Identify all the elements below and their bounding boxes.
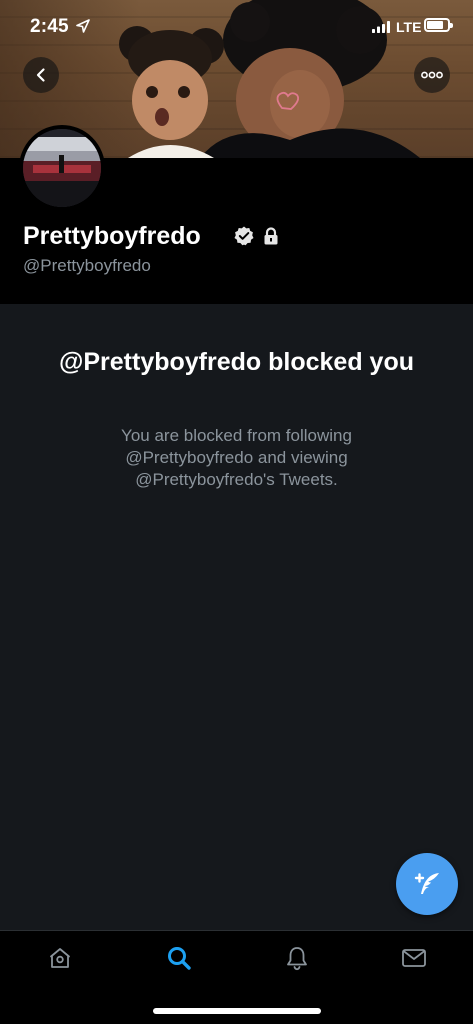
tab-search[interactable] (165, 944, 193, 972)
signal-strength-icon (372, 21, 390, 33)
home-indicator[interactable] (153, 1008, 321, 1014)
tab-home[interactable] (46, 944, 74, 972)
search-icon (168, 947, 191, 970)
profile-handle: @Prettyboyfredo (23, 256, 151, 275)
location-arrow-icon (76, 19, 90, 33)
verified-badge-icon (234, 226, 254, 246)
compose-tweet-icon (414, 873, 439, 894)
more-options-button[interactable] (414, 57, 450, 93)
tab-notifications[interactable] (283, 944, 311, 972)
mail-icon (402, 949, 426, 967)
blocked-title: @Prettyboyfredo blocked you (59, 348, 414, 376)
battery-icon (424, 18, 453, 32)
compose-tweet-button[interactable] (396, 853, 458, 915)
profile-display-name: Prettyboyfredo (23, 222, 201, 250)
home-icon (50, 948, 70, 968)
status-bar: 2:45 LTE (0, 0, 473, 52)
tab-messages[interactable] (400, 944, 428, 972)
chevron-left-icon (36, 68, 45, 82)
more-horizontal-icon (421, 71, 443, 79)
profile-badges (233, 225, 281, 247)
back-button[interactable] (23, 57, 59, 93)
lock-icon (264, 227, 278, 245)
avatar[interactable] (19, 125, 105, 211)
bell-icon (287, 947, 307, 971)
profile-screen: 2:45 LTE Prettyboyfredo @Prettyboyfredo … (0, 0, 473, 1024)
status-time: 2:45 (30, 16, 69, 37)
avatar-photo (23, 129, 101, 207)
network-type: LTE (396, 19, 422, 35)
blocked-description: You are blocked from following @Prettybo… (121, 426, 352, 489)
